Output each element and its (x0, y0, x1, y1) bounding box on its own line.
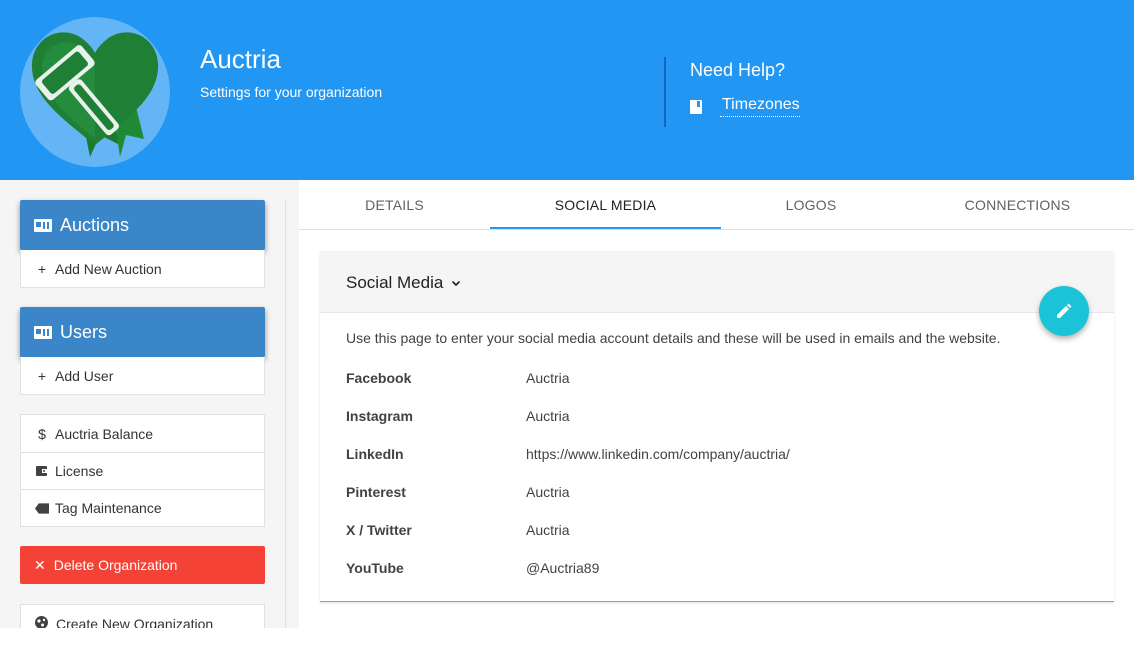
org-subtitle: Settings for your organization (200, 84, 383, 100)
field-label-facebook: Facebook (346, 370, 412, 386)
users-button[interactable]: Users (20, 307, 265, 357)
add-user-label: Add User (55, 367, 114, 384)
sidebar-divider (285, 200, 286, 630)
id-card-icon (34, 325, 52, 339)
sidebar-fade (0, 628, 299, 658)
panel-title: Social Media (346, 273, 444, 292)
tag-maintenance-link[interactable]: Tag Maintenance (21, 489, 264, 526)
field-label-linkedin: LinkedIn (346, 446, 404, 462)
help-link-timezones[interactable]: Timezones (690, 96, 800, 117)
plus-icon: + (37, 260, 47, 277)
panel-header: Social Media (320, 251, 1114, 313)
social-media-panel: Social Media (320, 251, 1114, 602)
book-icon (690, 99, 702, 114)
header-divider (664, 57, 666, 127)
field-label-pinterest: Pinterest (346, 484, 406, 500)
active-tab-indicator (490, 227, 721, 229)
dollar-icon: $ (38, 425, 46, 442)
id-card-icon (34, 218, 52, 232)
auctria-logo-icon (20, 17, 170, 167)
plus-icon: + (37, 367, 47, 384)
users-card: + Add User (20, 357, 265, 395)
chevron-down-icon (452, 280, 461, 287)
field-value-instagram: Auctria (526, 408, 570, 424)
panel-title-toggle[interactable]: Social Media (346, 273, 461, 293)
field-label-twitter: X / Twitter (346, 522, 412, 538)
edit-button[interactable] (1039, 286, 1089, 336)
delete-organization-button[interactable]: ✕ Delete Organization (20, 546, 265, 584)
tab-logos[interactable]: LOGOS (721, 180, 901, 230)
field-value-facebook: Auctria (526, 370, 570, 386)
tab-social-media[interactable]: SOCIAL MEDIA (490, 180, 721, 230)
org-links-box: $ Auctria Balance License Tag Maintenanc… (20, 414, 265, 527)
tag-icon (35, 502, 49, 514)
tab-details[interactable]: DETAILS (299, 180, 490, 230)
panel-description: Use this page to enter your social media… (346, 330, 1001, 346)
settings-tabs: DETAILS SOCIAL MEDIA LOGOS CONNECTIONS (299, 180, 1134, 230)
org-name: Auctria (200, 44, 281, 74)
auctions-button-label: Auctions (60, 214, 130, 235)
help-title: Need Help? (690, 60, 786, 80)
add-user-button[interactable]: + Add User (21, 357, 264, 394)
balance-link[interactable]: $ Auctria Balance (21, 415, 264, 452)
org-header: Auctria Settings for your organization N… (0, 0, 1134, 180)
field-value-twitter: Auctria (526, 522, 570, 538)
field-value-pinterest: Auctria (526, 484, 570, 500)
help-link-label[interactable]: Timezones (720, 96, 800, 117)
delete-organization-label: Delete Organization (53, 557, 178, 573)
field-value-linkedin: https://www.linkedin.com/company/auctria… (526, 446, 790, 462)
close-icon: ✕ (34, 556, 46, 573)
add-auction-label: Add New Auction (55, 260, 162, 277)
tag-maintenance-label: Tag Maintenance (55, 500, 162, 516)
field-label-youtube: YouTube (346, 560, 404, 576)
auctions-button[interactable]: Auctions (20, 200, 265, 250)
license-label: License (55, 463, 104, 479)
wallet-icon (35, 465, 49, 477)
field-value-youtube: @Auctria89 (526, 560, 600, 576)
add-auction-button[interactable]: + Add New Auction (21, 250, 264, 287)
users-button-label: Users (60, 321, 108, 342)
license-link[interactable]: License (21, 452, 264, 489)
tab-connections[interactable]: CONNECTIONS (901, 180, 1134, 230)
field-label-instagram: Instagram (346, 408, 413, 424)
auctions-card: + Add New Auction (20, 250, 265, 288)
pencil-icon (1057, 303, 1072, 318)
balance-label: Auctria Balance (55, 425, 154, 442)
